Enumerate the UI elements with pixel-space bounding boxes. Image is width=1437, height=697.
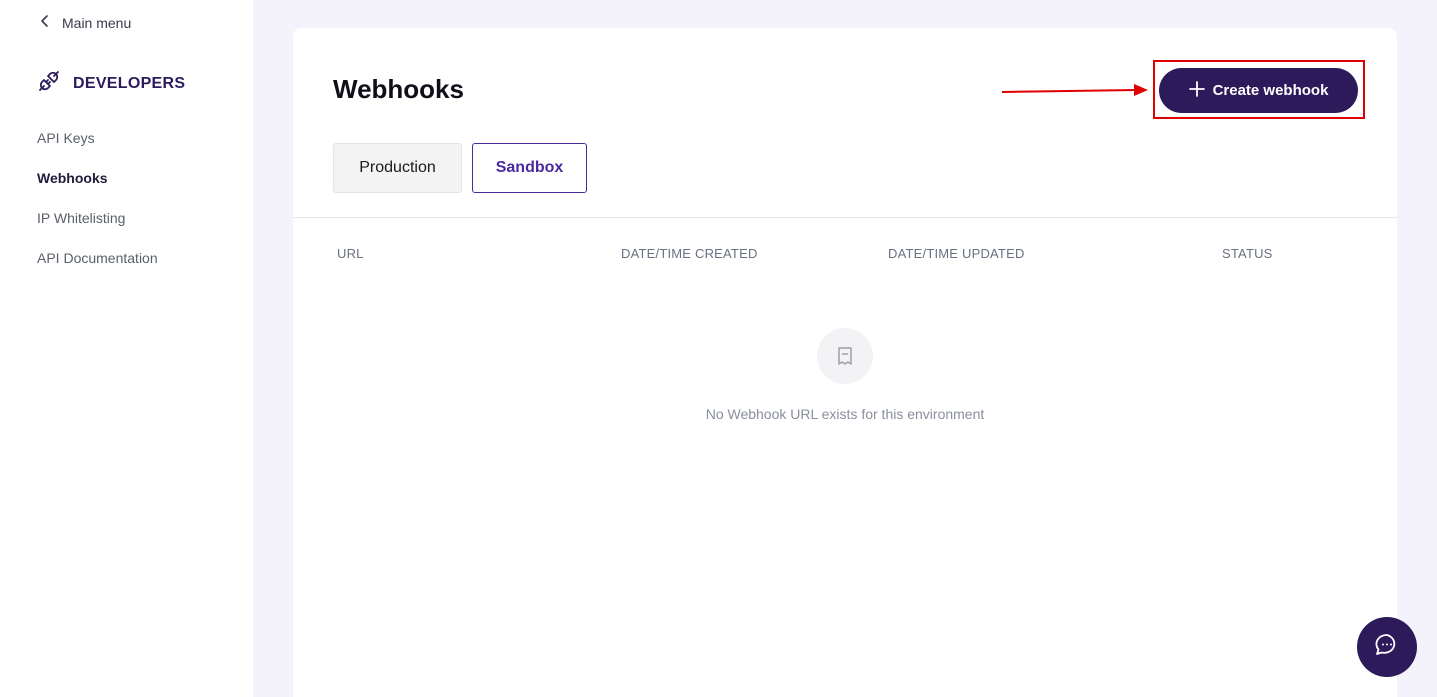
divider — [293, 217, 1397, 218]
plug-icon — [37, 69, 61, 98]
chevron-left-icon — [38, 14, 52, 31]
sidebar-item-ip-whitelisting[interactable]: IP Whitelisting — [37, 208, 158, 248]
annotation-arrow — [1001, 84, 1148, 96]
column-header-status: STATUS — [1222, 246, 1273, 261]
sidebar: Main menu DEVELOPERS API Keys Webhooks I… — [0, 0, 253, 697]
sidebar-item-webhooks[interactable]: Webhooks — [37, 168, 158, 208]
webhooks-card: Webhooks Create webhook Production Sandb… — [293, 28, 1397, 697]
column-header-url: URL — [337, 246, 364, 261]
sidebar-item-api-documentation[interactable]: API Documentation — [37, 248, 158, 288]
tab-production[interactable]: Production — [333, 143, 462, 193]
developers-section-header: DEVELOPERS — [37, 69, 185, 98]
section-title: DEVELOPERS — [73, 74, 186, 92]
plus-icon — [1188, 80, 1205, 101]
chat-bubble-icon — [1374, 632, 1400, 663]
environment-tabs: Production Sandbox — [333, 143, 587, 193]
empty-state-receipt-icon — [817, 328, 873, 384]
sidebar-nav: API Keys Webhooks IP Whitelisting API Do… — [37, 128, 158, 288]
create-webhook-highlight: Create webhook — [1153, 60, 1365, 119]
sidebar-item-api-keys[interactable]: API Keys — [37, 128, 158, 168]
back-link-label: Main menu — [62, 14, 132, 31]
empty-state-message: No Webhook URL exists for this environme… — [705, 406, 985, 422]
back-to-main-menu-link[interactable]: Main menu — [38, 14, 131, 31]
create-webhook-button[interactable]: Create webhook — [1159, 68, 1358, 113]
create-webhook-label: Create webhook — [1212, 82, 1329, 99]
page-title: Webhooks — [333, 74, 464, 104]
column-header-created: DATE/TIME CREATED — [621, 246, 758, 261]
tab-sandbox[interactable]: Sandbox — [472, 143, 587, 193]
column-header-updated: DATE/TIME UPDATED — [888, 246, 1025, 261]
chat-support-button[interactable] — [1357, 617, 1417, 677]
